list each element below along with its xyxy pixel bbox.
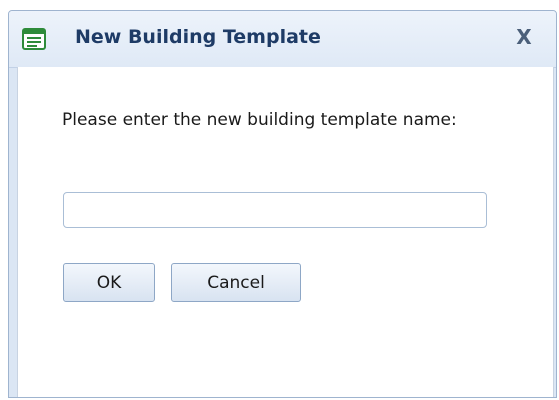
- ok-button[interactable]: OK: [63, 263, 155, 302]
- template-name-input[interactable]: [63, 192, 487, 228]
- new-building-template-dialog: New Building Template X Please enter the…: [8, 10, 557, 398]
- dialog-body: Please enter the new building template n…: [17, 67, 554, 397]
- cancel-button[interactable]: Cancel: [171, 263, 301, 302]
- dialog-title: New Building Template: [75, 26, 321, 48]
- form-window-icon: [22, 28, 46, 50]
- prompt-text: Please enter the new building template n…: [62, 110, 457, 130]
- dialog-titlebar[interactable]: New Building Template X: [9, 11, 556, 68]
- close-button[interactable]: X: [511, 24, 537, 50]
